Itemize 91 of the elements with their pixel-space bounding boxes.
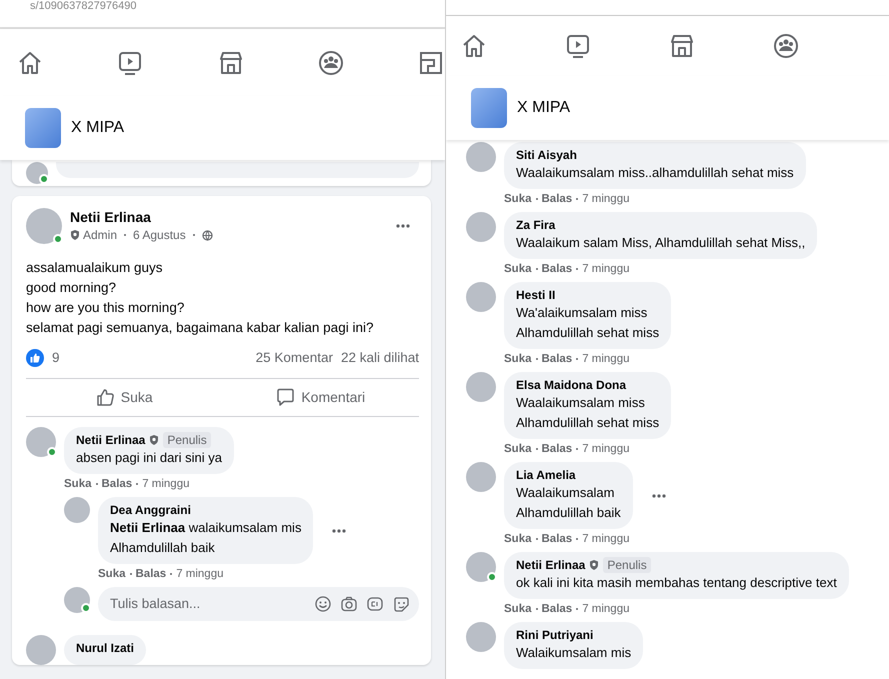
avatar-photo <box>466 212 496 242</box>
comment-time[interactable]: 7 minggu <box>582 443 630 455</box>
comment-text: Waalaikumsalam miss..alhamdulillah sehat miss <box>516 164 794 182</box>
video-icon[interactable] <box>564 32 592 60</box>
shield-icon <box>589 559 600 571</box>
avatar-photo <box>466 552 496 582</box>
comment-text: Netii Erlinaa walaikumsalam mis Alhamdulillah baik <box>110 519 302 558</box>
like-link[interactable]: Suka <box>504 603 532 615</box>
like-link[interactable]: Suka <box>504 263 532 275</box>
comment-time[interactable]: 7 minggu <box>582 353 630 365</box>
sticker-icon[interactable] <box>393 596 409 612</box>
avatar-photo <box>26 635 56 666</box>
view-count: 22 kali dilihat <box>340 349 419 367</box>
post-date[interactable]: 6 Agustus <box>133 226 186 244</box>
reply-link[interactable]: Balas <box>542 443 572 455</box>
author-name[interactable]: Siti Aisyah <box>516 147 577 163</box>
author-name[interactable]: Netii Erlinaa <box>76 432 146 448</box>
reply-link[interactable]: Balas <box>542 353 572 365</box>
reply-link[interactable]: Balas <box>136 568 166 580</box>
like-link[interactable]: Suka <box>504 533 532 545</box>
avatar-photo <box>466 462 496 492</box>
groups-icon[interactable] <box>316 48 345 76</box>
avatar-photo <box>466 622 496 652</box>
comment-time[interactable]: 7 minggu <box>142 478 190 490</box>
author-badge: Penulis <box>163 432 211 448</box>
group-name[interactable]: X MIPA <box>517 96 570 120</box>
reply-link[interactable]: Balas <box>542 533 572 545</box>
author-name[interactable]: Nurul Izati <box>76 640 134 656</box>
post-role: Admin <box>83 227 118 244</box>
comment-text: Waalaikumsalam Alhamdulillah baik <box>516 484 621 522</box>
comment-count[interactable]: 25 Komentar <box>256 348 333 368</box>
author-badge: Penulis <box>603 557 651 573</box>
author-name[interactable]: Dea Anggraini <box>110 502 191 518</box>
like-button[interactable]: Suka <box>26 379 222 416</box>
like-icon[interactable] <box>96 388 115 408</box>
avatar-photo <box>466 372 496 402</box>
avatar-photo <box>466 282 496 312</box>
comment-text: Walaikumsalam mis <box>516 644 632 662</box>
comment-time[interactable]: 7 minggu <box>582 193 630 205</box>
comment-text: ok kali ini kita masih membahas tentang descriptive text <box>516 574 837 592</box>
groups-icon[interactable] <box>772 32 800 60</box>
like-reaction-icon[interactable] <box>26 349 44 368</box>
comment-text: absen pagi ini dari sini ya <box>76 449 222 468</box>
avatar-photo <box>26 208 62 244</box>
shield-icon <box>70 229 80 241</box>
comment-time[interactable]: 7 minggu <box>176 568 224 580</box>
like-link[interactable]: Suka <box>504 353 532 365</box>
group-photo <box>25 108 61 148</box>
like-link[interactable]: Suka <box>64 478 92 490</box>
group-photo <box>471 88 507 128</box>
reply-link[interactable]: Balas <box>542 263 572 275</box>
author-name[interactable]: Lia Amelia <box>516 467 576 483</box>
comment-time[interactable]: 7 minggu <box>582 603 630 615</box>
reply-link[interactable]: Balas <box>542 193 572 205</box>
reaction-count[interactable]: 9 <box>52 348 256 368</box>
comment-time[interactable]: 7 minggu <box>582 263 630 275</box>
reply-field[interactable]: Tulis balasan... <box>108 593 305 616</box>
author-name[interactable]: Za Fira <box>516 217 556 233</box>
comment-text: Waalaikum salam Miss, Alhamdulillah sehat Miss,, <box>516 234 806 252</box>
author-name[interactable]: Netii Erlinaa <box>516 557 586 573</box>
more-icon[interactable] <box>395 223 411 229</box>
avatar-photo <box>26 427 56 458</box>
comment-time[interactable]: 7 minggu <box>582 533 630 545</box>
post-text: assalamualaikum guys good morning? how are you this morning? selamat pagi semuanya, bagaimana kabar kalian pagi ini? <box>26 259 374 337</box>
reply-link[interactable]: Balas <box>102 478 132 490</box>
comment-text: Wa'alaikumsalam miss Alhamdulillah sehat miss <box>516 304 660 342</box>
camera-icon[interactable] <box>341 596 357 612</box>
like-link[interactable]: Suka <box>504 193 532 205</box>
reply-bar[interactable]: Tulis balasan... <box>98 587 419 622</box>
globe-icon <box>202 230 213 240</box>
comment-text: Waalaikumsalam miss Alhamdulillah sehat miss <box>516 394 660 432</box>
comment-field[interactable] <box>56 162 419 178</box>
reply-link[interactable]: Balas <box>542 603 572 615</box>
author-name[interactable]: Rini Putriyani <box>516 627 594 643</box>
shield-icon <box>149 434 160 446</box>
author-name[interactable]: Netii Erlinaa <box>70 208 387 226</box>
avatar-photo <box>64 587 90 614</box>
emoji-icon[interactable] <box>315 596 331 612</box>
avatar-photo <box>64 497 90 524</box>
comment-button[interactable]: Komentari <box>222 379 419 416</box>
more-icon[interactable] <box>650 492 667 498</box>
like-link[interactable]: Suka <box>98 568 126 580</box>
author-name[interactable]: Hesti II <box>516 287 556 303</box>
more-icon[interactable] <box>331 528 348 534</box>
group-name[interactable]: X MIPA <box>71 116 124 140</box>
author-name[interactable]: Elsa Maidona Dona <box>516 377 626 393</box>
store-icon[interactable] <box>668 32 696 60</box>
comment-icon[interactable] <box>276 388 296 408</box>
like-link[interactable]: Suka <box>504 443 532 455</box>
gif-icon[interactable] <box>367 597 383 612</box>
avatar-photo <box>466 142 496 172</box>
